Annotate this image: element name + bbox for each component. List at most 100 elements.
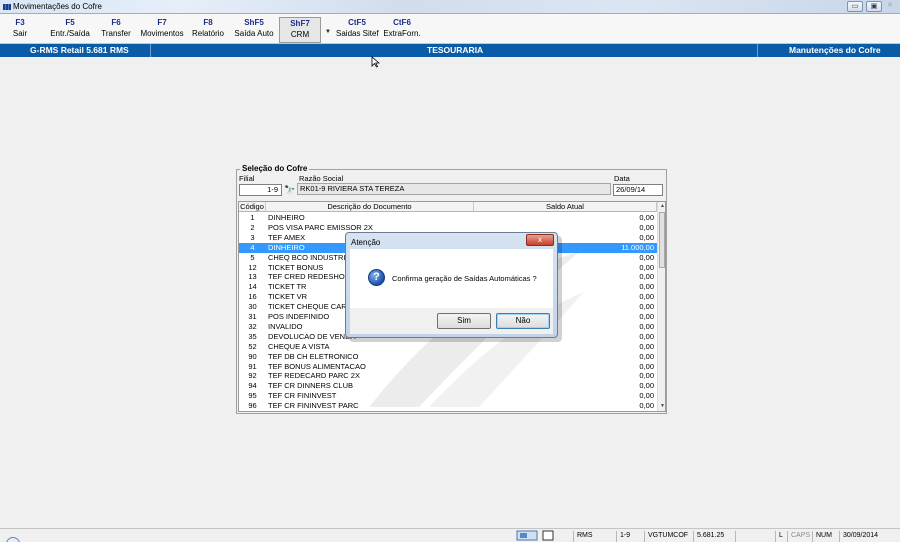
date-input[interactable]: 26/09/14 [613,184,663,196]
razao-social-field: RK01-9 RIVIERA STA TEREZA [297,183,611,195]
table-row[interactable]: 1 DINHEIRO 0,00 [239,213,657,223]
key-label: ShF7 [290,19,310,28]
cell-codigo: 14 [248,282,257,292]
toolbar-button-sair[interactable]: F3 Sair [8,17,32,43]
table-row[interactable]: 90 TEF DB CH ELETRONICO 0,00 [239,352,657,362]
status-date: 30/09/2014 [839,531,891,542]
cell-codigo: 13 [248,272,257,282]
cell-codigo: 31 [248,312,257,321]
document-icon [542,530,554,541]
button-label: Saída Auto [234,29,274,38]
table-row[interactable]: 94 TEF CR DINNERS CLUB 0,00 [239,381,657,391]
cell-descricao: TEF CR DINNERS CLUB [268,381,354,391]
status-system: RMS [573,531,613,542]
dialog-message: Confirma geração de Saídas Automáticas ? [392,274,537,283]
cell-descricao: DINHEIRO [268,213,305,222]
button-label: ExtraForn. [383,29,421,38]
cell-descricao: TEF REDECARD PARC 2X [268,371,360,381]
column-header-descricao[interactable]: Descrição do Documento [266,202,474,212]
toolbar-button-transfer[interactable]: F6 Transfer [101,17,131,43]
cell-codigo: 30 [248,302,257,312]
mouse-pointer-icon [371,56,380,68]
scroll-up-arrow-icon[interactable]: ▲ [660,203,665,209]
title-bar: Movimentações do Cofre ▭ ▣ ✕ [0,0,900,14]
cell-codigo: 1 [250,213,255,222]
cell-codigo: 94 [248,381,257,391]
cell-saldo: 0,00 [639,381,654,391]
key-label: F3 [15,18,25,27]
module-header-bar: G-RMS Retail 5.681 RMS TESOURARIA Manute… [0,44,900,57]
close-window-button[interactable]: ✕ [882,1,898,12]
button-label: Movimentos [140,29,184,38]
button-label: Saidas Sitef [336,29,379,38]
maximize-button[interactable]: ▣ [866,1,882,12]
cell-codigo: 96 [248,401,257,411]
minimize-button[interactable]: ▭ [847,1,863,12]
cell-codigo: 92 [248,371,257,381]
cell-descricao: TEF CR FININVEST PARC [268,401,359,411]
cell-descricao: TEF CR FININVEST [268,391,337,401]
no-button[interactable]: Não [496,313,550,329]
cell-codigo: 4 [250,242,255,252]
yes-button[interactable]: Sim [437,313,491,329]
toolbar-button-saida-auto[interactable]: ShF5 Saída Auto [234,17,274,43]
crm-dropdown-arrow-icon[interactable]: ▼ [325,29,331,35]
key-label: F8 [203,18,213,27]
cell-codigo: 35 [248,331,257,341]
status-filial: 1-9 [616,531,644,542]
toolbar-button-saidas-sitef[interactable]: CtF5 Saidas Sitef [336,17,379,43]
question-icon: ? [368,269,385,286]
binoculars-search-icon[interactable]: 🔭 [284,185,295,196]
button-label: Entr./Saída [50,29,90,38]
button-label: Transfer [101,29,131,38]
confirmation-dialog: Atenção x ? Confirma geração de Saídas A… [345,232,558,338]
status-program: VGTUMCOF [644,531,691,542]
filial-input[interactable]: 1-9 [239,184,282,196]
window-title: Movimentações do Cofre [13,2,102,11]
dialog-button-bar: Sim Não [350,308,553,334]
button-label: CRM [290,30,310,39]
table-row[interactable]: 91 TEF BONUS ALIMENTACAO 0,00 [239,362,657,372]
cell-codigo: 12 [248,262,257,272]
column-header-codigo[interactable]: Código [239,202,266,212]
toolbar-button-entr-saida[interactable]: F5 Entr./Saída [48,17,92,43]
table-row[interactable]: 96 TEF CR FININVEST PARC 0,00 [239,401,657,411]
status-empty [735,531,775,542]
status-lock: L [775,531,787,542]
function-key-toolbar: F3 Sair F5 Entr./Saída F6 Transfer F7 Mo… [0,14,900,44]
toolbar-button-extraforn[interactable]: CtF6 ExtraForn. [383,17,421,43]
key-label: CtF6 [393,18,411,27]
cell-saldo: 0,00 [639,391,654,401]
cell-descricao: TEF DB CH ELETRONICO [268,351,359,361]
cell-saldo: 0,00 [639,361,654,371]
key-label: F6 [111,18,121,27]
table-row[interactable]: 92 TEF REDECARD PARC 2X 0,00 [239,371,657,381]
network-icon [516,530,538,541]
key-label: F7 [157,18,167,27]
cell-codigo: 52 [248,341,257,351]
dialog-close-button[interactable]: x [526,234,554,246]
toolbar-button-relatorio[interactable]: F8 Relatório [191,17,225,43]
toolbar-button-crm[interactable]: ShF7 CRM [279,17,321,43]
app-icon [3,4,11,10]
status-caps: CAPS [787,531,812,542]
scroll-down-arrow-icon[interactable]: ▼ [660,403,665,409]
grid-vertical-scrollbar[interactable]: ▲ ▼ [657,202,665,411]
cell-codigo: 32 [248,321,257,331]
cell-saldo: 0,00 [639,371,654,381]
data-label: Data [614,174,630,183]
scroll-thumb[interactable] [659,212,665,268]
toolbar-button-movimentos[interactable]: F7 Movimentos [140,17,184,43]
header-divider [757,44,758,57]
column-header-saldo[interactable]: Saldo Atual [474,202,657,212]
cell-codigo: 91 [248,361,257,371]
cell-saldo: 0,00 [639,401,654,411]
header-system-name: G-RMS Retail 5.681 RMS [30,45,129,55]
dialog-body: ? Confirma geração de Saídas Automáticas… [350,249,553,308]
table-row[interactable]: 95 TEF CR FININVEST 0,00 [239,391,657,401]
cell-saldo: 0,00 [639,213,654,222]
status-bar: RMS 1-9 VGTUMCOF 5.681.25 L CAPS NUM 30/… [0,528,900,542]
table-row[interactable]: 52 CHEQUE A VISTA 0,00 [239,342,657,352]
cell-codigo: 5 [250,252,255,262]
button-label: Relatório [191,29,224,38]
